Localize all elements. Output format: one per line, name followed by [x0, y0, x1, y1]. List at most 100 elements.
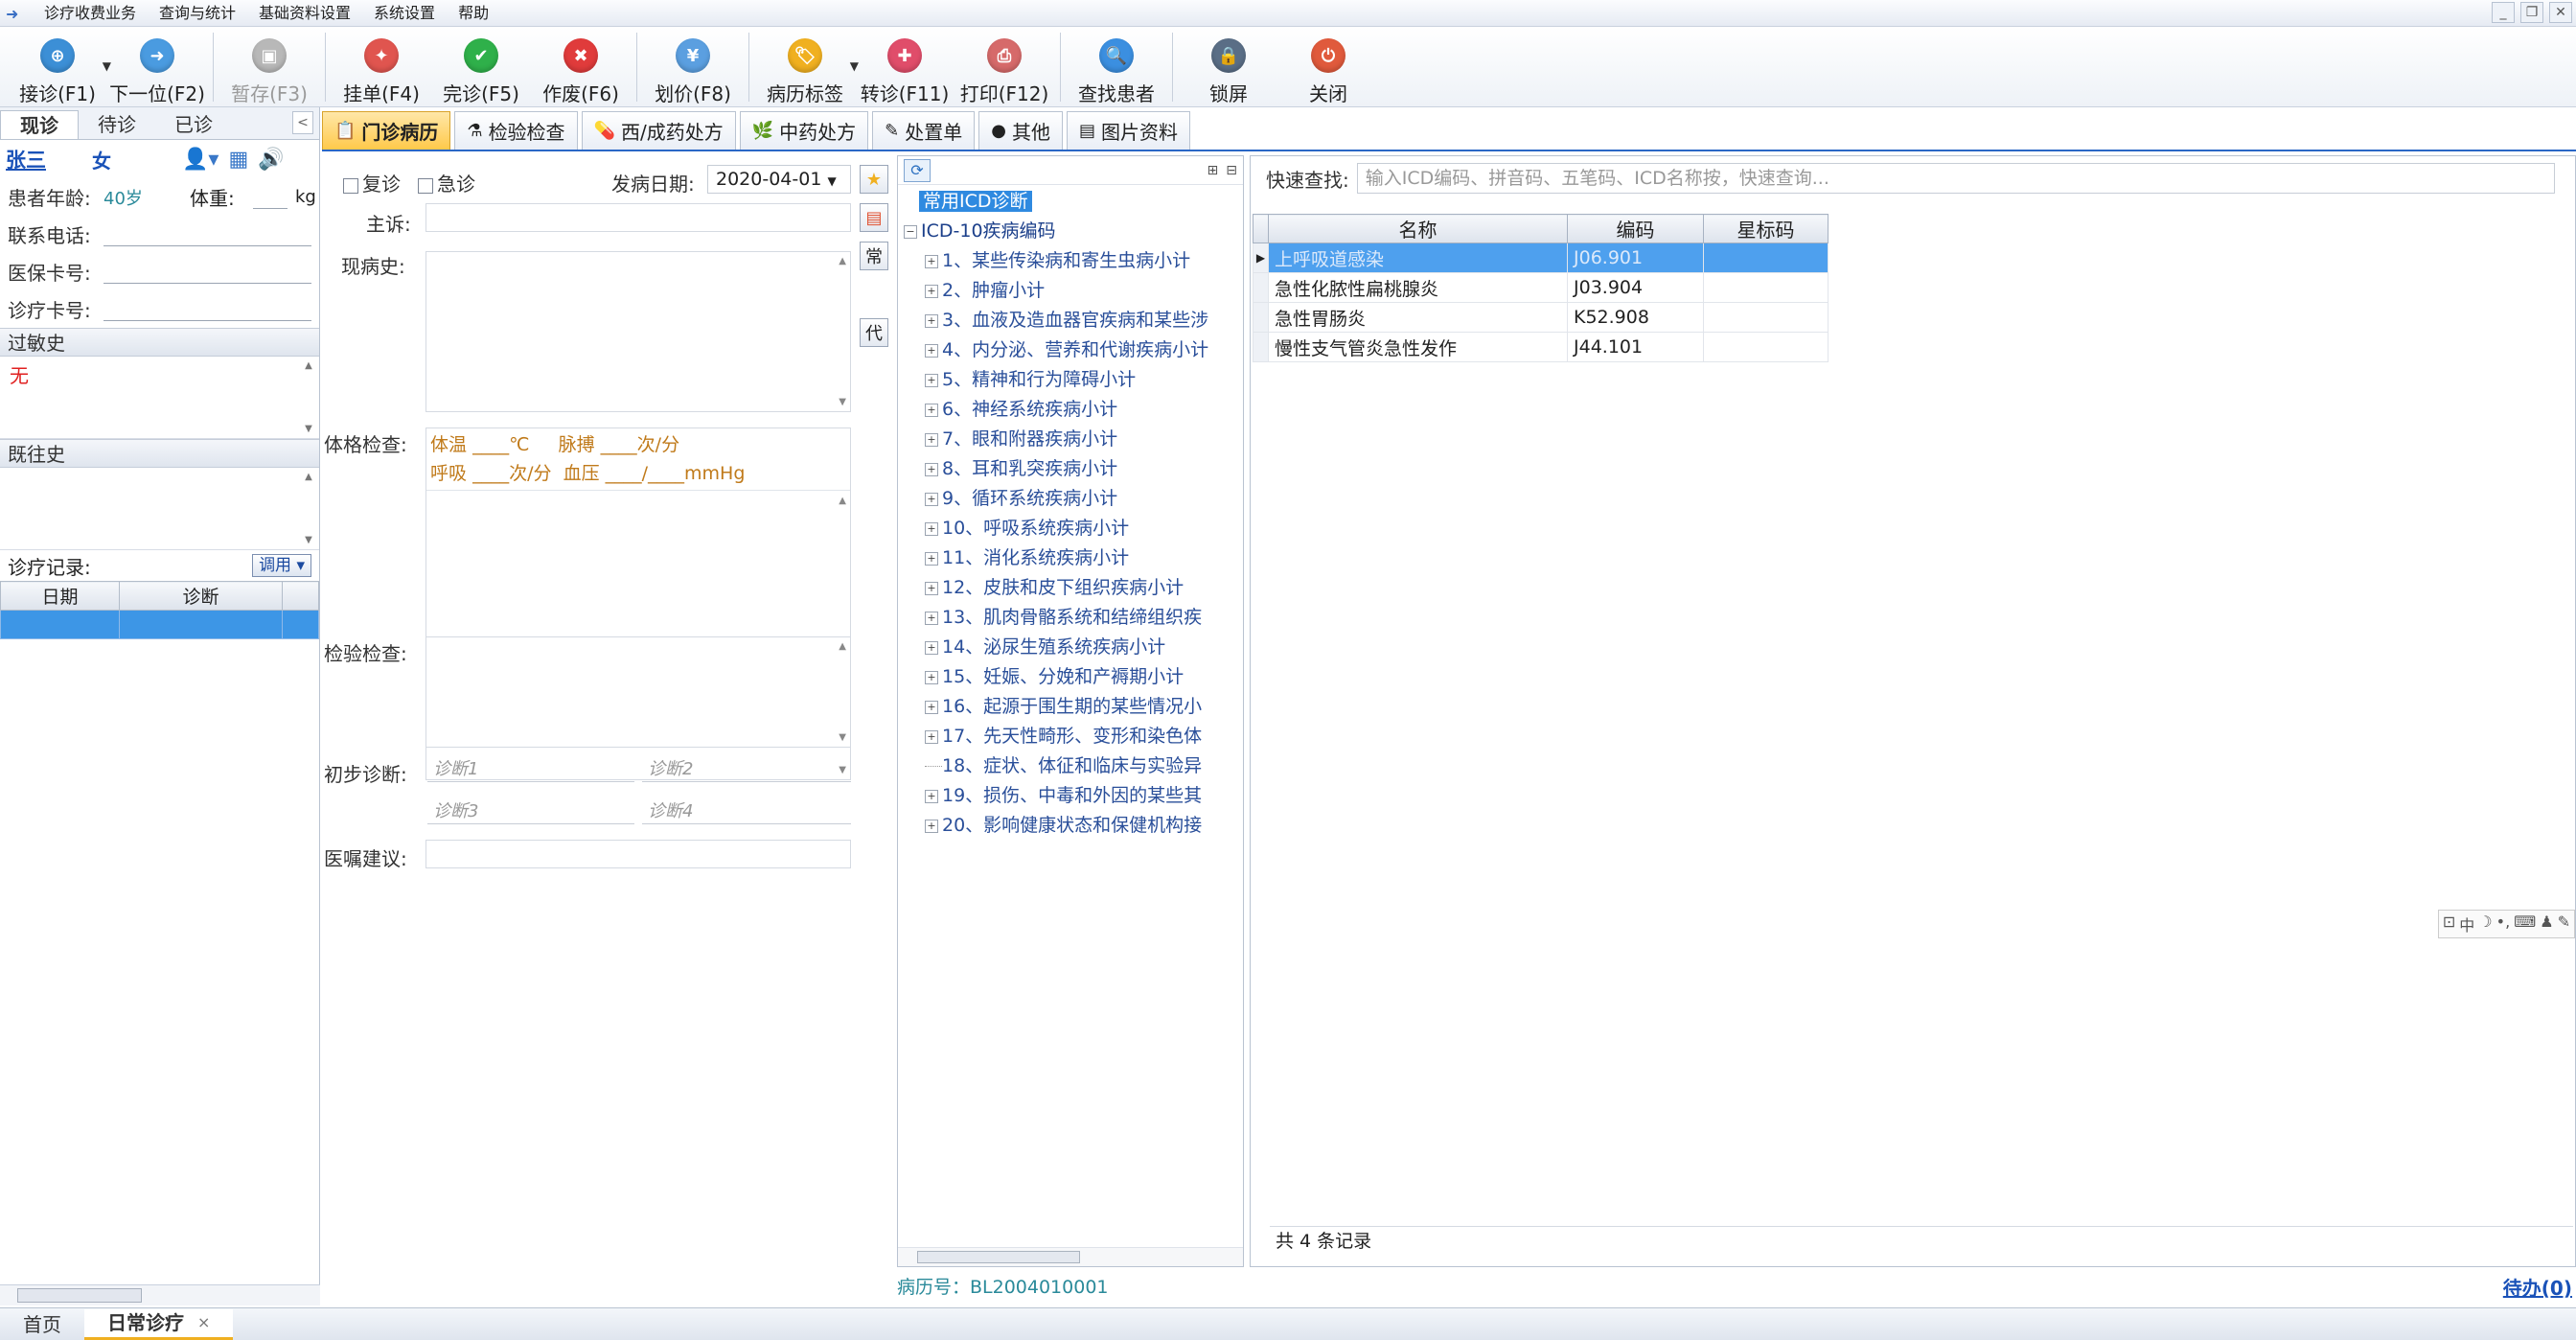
close-tab-icon[interactable]: × — [197, 1307, 210, 1338]
menu-clinic-billing[interactable]: 诊疗收费业务 — [33, 0, 148, 27]
allergy-scrollbar[interactable]: ▲ ▼ — [302, 360, 315, 434]
grid-col-code[interactable]: 编码 — [1567, 214, 1704, 243]
tree-collapse-icon[interactable]: − — [904, 224, 917, 239]
toolbar-button[interactable]: 🔒 锁屏 — [1181, 27, 1276, 107]
tree-expand-icon[interactable]: + — [925, 373, 938, 387]
left-horizontal-scrollbar[interactable] — [0, 1284, 320, 1305]
close-window-icon[interactable]: ✕ — [2549, 2, 2572, 23]
call-speaker-icon[interactable]: 🔊 — [258, 148, 284, 172]
favorite-star-icon[interactable]: ★ — [860, 165, 888, 194]
toolbar-button[interactable]: ✦ 挂单(F4) — [334, 27, 429, 107]
tree-node-chapter[interactable]: +6、神经系统疾病小计 — [904, 395, 1243, 425]
tree-node-chapter[interactable]: +20、影响健康状态和保健机构接 — [904, 811, 1243, 841]
tree-node-chapter[interactable]: +10、呼吸系统疾病小计 — [904, 514, 1243, 543]
card-field[interactable] — [104, 298, 311, 321]
menu-system-settings[interactable]: 系统设置 — [362, 0, 447, 27]
tree-node-chapter[interactable]: +3、血液及造血器官疾病和某些涉 — [904, 306, 1243, 335]
tree-node-chapter[interactable]: +16、起源于围生期的某些情况小 — [904, 692, 1243, 722]
tab-record-3[interactable]: 🌿 中药处方 — [739, 111, 869, 150]
tree-node-chapter[interactable]: +19、损伤、中毒和外因的某些其 — [904, 781, 1243, 811]
tree-expand-icon[interactable]: + — [925, 640, 938, 655]
tab-record-2[interactable]: 💊 西/成药处方 — [581, 111, 736, 150]
tree-expand-icon[interactable]: + — [925, 284, 938, 298]
records-call-button[interactable]: 调用 ▾ — [252, 554, 311, 577]
tree-node-chapter[interactable]: +12、皮肤和皮下组织疾病小计 — [904, 573, 1243, 603]
tree-node-root[interactable]: − ICD-10疾病编码 — [904, 217, 1243, 246]
table-row[interactable]: ▶ 上呼吸道感染 J06.901 — [1253, 243, 1828, 273]
patient-profile-icon[interactable]: 👤▾ — [182, 148, 218, 172]
tree-expand-icon[interactable]: + — [925, 313, 938, 328]
diagnosis-2-input[interactable]: 诊断2 — [642, 753, 851, 782]
ime-tools-icon[interactable]: ✎ — [2558, 913, 2570, 936]
toolbar-button[interactable]: 🏷 病历标签 ▼ — [757, 27, 859, 107]
ime-user-icon[interactable]: ♟ — [2540, 913, 2553, 936]
tab-record-4[interactable]: ✎ 处置单 — [872, 111, 976, 150]
diagnosis-1-input[interactable]: 诊断1 — [427, 753, 634, 782]
revisit-checkbox[interactable]: 复诊 — [343, 169, 401, 196]
tree-node-chapter[interactable]: +11、消化系统疾病小计 — [904, 543, 1243, 573]
tab-record-6[interactable]: ▤ 图片资料 — [1066, 111, 1190, 150]
ime-keyboard-icon[interactable]: ⌨ — [2514, 913, 2536, 936]
advice-input[interactable] — [426, 840, 851, 868]
tab-record-5[interactable]: ● 其他 — [978, 111, 1063, 150]
template-icon[interactable]: ▤ — [860, 203, 888, 232]
tree-node-chapter[interactable]: +13、肌肉骨骼系统和结缔组织疾 — [904, 603, 1243, 633]
toolbar-button[interactable]: ▣ 暂存(F3) — [221, 27, 317, 107]
tab-home[interactable]: 首页 — [0, 1309, 84, 1340]
tree-expand-icon[interactable]: + — [925, 492, 938, 506]
table-row[interactable] — [0, 610, 319, 639]
toolbar-button[interactable]: ⊕ 接诊(F1) ▼ — [10, 27, 111, 107]
tree-node-chapter[interactable]: +4、内分泌、营养和代谢疾病小计 — [904, 335, 1243, 365]
ime-punct-icon[interactable]: •, — [2496, 913, 2511, 936]
allergy-box[interactable]: 无 ▲ ▼ — [0, 357, 319, 439]
tab-daily-clinic[interactable]: 日常诊疗 × — [84, 1307, 234, 1340]
collapse-left-icon[interactable]: < — [292, 111, 313, 134]
restore-icon[interactable]: ❐ — [2520, 2, 2543, 23]
tree-expand-icon[interactable]: + — [925, 254, 938, 268]
tree-horizontal-scrollbar[interactable] — [898, 1247, 1243, 1266]
toolbar-button[interactable]: ¥ 划价(F8) — [645, 27, 741, 107]
toolbar-button[interactable]: ➜ 下一位(F2) — [109, 27, 205, 107]
tab-done[interactable]: 已诊 — [155, 110, 232, 139]
menu-query-stats[interactable]: 查询与统计 — [148, 0, 247, 27]
menu-help[interactable]: 帮助 — [447, 0, 500, 27]
tab-record-0[interactable]: 📋 门诊病历 — [322, 111, 451, 150]
table-row[interactable]: 急性胃肠炎 K52.908 — [1253, 302, 1828, 333]
tree-node-chapter[interactable]: +7、眼和附器疾病小计 — [904, 425, 1243, 454]
tree-node-chapter[interactable]: +1、某些传染病和寄生虫病小计 — [904, 246, 1243, 276]
table-row[interactable]: 慢性支气管炎急性发作 J44.101 — [1253, 332, 1828, 362]
toolbar-button[interactable]: ✔ 完诊(F5) — [433, 27, 529, 107]
collapse-all-icon[interactable]: ⊟ — [1226, 163, 1237, 178]
tree-node-chapter[interactable]: +2、肿瘤小计 — [904, 276, 1243, 306]
todo-link[interactable]: 待办(0) — [2503, 1273, 2572, 1301]
tab-waiting[interactable]: 待诊 — [79, 110, 155, 139]
tree-expand-icon[interactable]: + — [925, 551, 938, 566]
expand-all-icon[interactable]: ⊞ — [1208, 163, 1219, 178]
grid-col-name[interactable]: 名称 — [1268, 214, 1568, 243]
toolbar-button[interactable]: ⏻ 关闭 — [1280, 27, 1376, 107]
calendar-icon[interactable]: ▦ — [228, 148, 248, 172]
tree-expand-icon[interactable]: + — [925, 432, 938, 447]
toolbar-button[interactable]: ✖ 作废(F6) — [533, 27, 629, 107]
toolbar-button[interactable]: ✚ 转诊(F11) — [857, 27, 953, 107]
table-row[interactable]: 急性化脓性扁桃腺炎 J03.904 — [1253, 272, 1828, 303]
history-box[interactable]: ▲ ▼ — [0, 468, 319, 550]
tree-expand-icon[interactable]: + — [925, 521, 938, 536]
tree-expand-icon[interactable]: + — [925, 819, 938, 833]
tree-node-chapter[interactable]: +5、精神和行为障碍小计 — [904, 365, 1243, 395]
lab-exam-input[interactable]: ▲ ▼ — [426, 636, 851, 748]
tree-node-chapter[interactable]: 18、症状、体征和临床与实验异 — [904, 751, 1243, 781]
tab-record-1[interactable]: ⚗ 检验检查 — [454, 111, 578, 150]
common-button[interactable]: 常 — [860, 242, 888, 270]
refresh-icon[interactable]: ⟳ — [904, 158, 931, 182]
patient-name[interactable]: 张三 — [6, 145, 92, 173]
history-scrollbar[interactable]: ▲ ▼ — [302, 472, 315, 545]
ime-chinese-icon[interactable]: 中 — [2459, 913, 2474, 936]
tree-expand-icon[interactable]: + — [925, 700, 938, 714]
toolbar-button[interactable]: 🔍 查找患者 — [1069, 27, 1164, 107]
toolbar-button[interactable]: ⎙ 打印(F12) — [956, 27, 1052, 107]
weight-field[interactable] — [253, 186, 288, 209]
ime-switch-icon[interactable]: ⊡ — [2443, 913, 2455, 936]
tree-expand-icon[interactable]: + — [925, 403, 938, 417]
minimize-icon[interactable]: _ — [2492, 2, 2515, 23]
